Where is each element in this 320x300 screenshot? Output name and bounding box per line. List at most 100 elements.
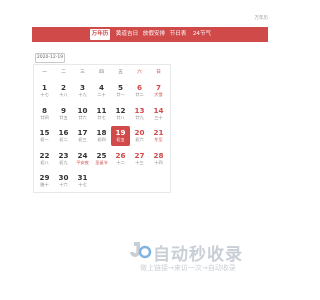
day-cell[interactable]: 12 廿八 [111,104,130,124]
day-cell[interactable]: 8 廿四 [35,104,54,124]
watermark-text: 自动秒收录 [153,245,243,265]
day-cell[interactable]: 14 三十 [149,104,168,124]
day-cell[interactable]: 5 廿一 [111,81,130,101]
lunar-label: 冬至 [154,137,163,142]
day-number: 9 [60,106,66,115]
day-number: 1 [41,83,47,92]
lunar-label: 廿五 [59,115,68,120]
day-number: 10 [77,106,88,115]
day-cell[interactable]: 9 廿五 [54,104,73,124]
day-number: 26 [115,151,126,160]
day-number: 3 [79,83,85,92]
lunar-label: 三十 [154,115,163,120]
day-cell[interactable]: 25 圣诞节 [92,149,111,169]
day-cell[interactable]: 21 冬至 [149,126,168,146]
day-number: 28 [153,151,164,160]
lunar-label: 十八 [59,92,68,97]
weekday-label: 日 [156,70,161,75]
day-number: 7 [155,83,161,92]
day-number: 15 [39,128,50,137]
day-cell[interactable]: 7 大雪 [149,81,168,101]
day-cell[interactable]: 29 腊十 [35,171,54,191]
day-cell[interactable]: 18 初四 [92,126,111,146]
lunar-label: 廿九 [135,115,144,120]
day-number: 23 [58,151,69,160]
day-cell[interactable]: 31 十七 [73,171,92,191]
day-cell[interactable]: 3 十九 [73,81,92,101]
lunar-label: 十七 [78,182,87,187]
day-cell[interactable]: 26 十二 [111,149,130,169]
lunar-label: 平安夜 [76,160,89,165]
day-cell[interactable]: 10 廿六 [73,104,92,124]
tab-huangdao-jiri[interactable]: 黄道吉日 [115,29,139,40]
day-number: 31 [77,173,88,182]
tab-wannianli[interactable]: 万年历 [90,29,110,40]
day-cell[interactable]: 30 十六 [54,171,73,191]
lunar-label: 初五 [116,137,125,142]
nav-bar: 万年历 黄道吉日 放假安排 节日表 24节气 [32,27,268,42]
day-cell[interactable]: 27 十三 [130,149,149,169]
day-cell[interactable]: 28 十四 [149,149,168,169]
day-cell[interactable]: 23 初九 [54,149,73,169]
day-cell[interactable]: 24 平安夜 [73,149,92,169]
lunar-label: 十二 [116,160,125,165]
day-cell[interactable]: 6 廿二 [130,81,149,101]
day-number: 25 [96,151,107,160]
day-number: 2 [60,83,66,92]
lunar-label: 十四 [154,160,163,165]
lunar-label: 廿一 [116,92,125,97]
lunar-label: 廿六 [78,115,87,120]
lunar-label: 廿四 [40,115,49,120]
watermark-logo-icon [130,242,152,259]
day-number: 11 [96,106,107,115]
day-number: 6 [136,83,142,92]
day-cell[interactable]: 1 十七 [35,81,54,101]
day-number: 19 [115,128,126,137]
day-cell[interactable]: 17 初三 [73,126,92,146]
lunar-label: 初六 [135,137,144,142]
lunar-label: 廿二 [135,92,144,97]
day-cell[interactable]: 4 二十 [92,81,111,101]
lunar-label: 初八 [40,160,49,165]
lunar-label: 初二 [59,137,68,142]
day-number: 27 [134,151,145,160]
day-number: 16 [58,128,69,137]
lunar-label: 十六 [59,182,68,187]
day-number: 17 [77,128,88,137]
day-cell[interactable]: 16 初二 [54,126,73,146]
tab-festivals[interactable]: 节日表 [168,29,188,40]
lunar-label: 廿七 [97,115,106,120]
day-number: 4 [98,83,104,92]
lunar-label: 初三 [78,137,87,142]
lunar-label: 大雪 [154,92,163,97]
day-number: 14 [153,106,164,115]
date-input[interactable]: 2020-12-19 [35,53,65,63]
day-number: 21 [153,128,164,137]
day-cell[interactable]: 11 廿七 [92,104,111,124]
day-cell[interactable]: 2 十八 [54,81,73,101]
top-link[interactable]: 万年历 [255,15,269,21]
day-cell[interactable]: 22 初八 [35,149,54,169]
lunar-label: 初四 [97,137,106,142]
lunar-label: 十七 [40,92,49,97]
lunar-label: 二十 [97,92,106,97]
tab-holiday-schedule[interactable]: 放假安排 [142,29,166,40]
lunar-label: 十九 [78,92,87,97]
day-cell[interactable]: 20 初六 [130,126,149,146]
tab-solar-terms[interactable]: 24节气 [191,29,213,40]
lunar-label: 初九 [59,160,68,165]
day-number: 24 [77,151,88,160]
day-number: 5 [117,83,123,92]
day-cell[interactable]: 13 廿九 [130,104,149,124]
lunar-label: 初一 [40,137,49,142]
day-number: 8 [41,106,47,115]
lunar-label: 圣诞节 [95,160,108,165]
day-number: 13 [134,106,145,115]
day-cell[interactable]: 15 初一 [35,126,54,146]
day-number: 20 [134,128,145,137]
lunar-label: 腊十 [40,182,49,187]
day-number: 12 [115,106,126,115]
day-cell-selected[interactable]: 19 初五 [111,126,130,146]
day-number: 18 [96,128,107,137]
lunar-label: 十三 [135,160,144,165]
